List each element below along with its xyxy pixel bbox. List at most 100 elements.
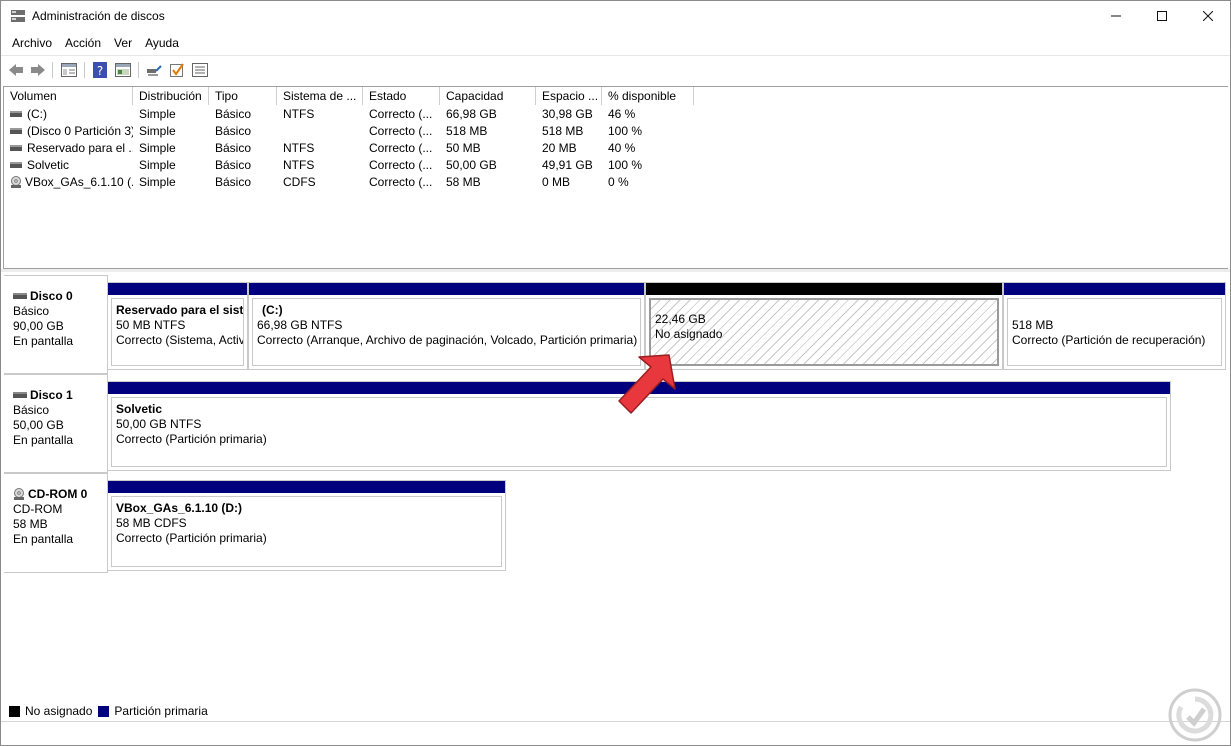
cell-free: 0 MB [542,175,571,189]
cell-status: Correcto (... [369,158,433,172]
partition-c[interactable]: (C:) 66,98 GB NTFS Correcto (Arranque, A… [248,282,645,370]
column-header-disponible[interactable]: % disponible [602,87,694,105]
cell-free: 518 MB [542,124,584,138]
table-row[interactable]: (Disco 0 Partición 3) Simple Básico Corr… [4,123,694,140]
partition-size: 518 MB [1012,318,1054,332]
disk-state: En pantalla [13,433,74,447]
cell-pct: 40 % [608,141,636,155]
table-row[interactable]: VBox_GAs_6.1.10 (... Simple Básico CDFS … [4,174,694,191]
help-button[interactable]: ? [90,60,110,80]
close-icon [1203,11,1213,21]
disk-state: En pantalla [13,334,74,348]
volume-name: (Disco 0 Partición 3) [27,124,133,138]
minimize-button[interactable] [1093,1,1139,31]
menu-archivo[interactable]: Archivo [1,32,59,54]
table-row[interactable]: Reservado para el ... Simple Básico NTFS… [4,140,694,157]
console-tree-button[interactable] [59,60,79,80]
column-header-tipo[interactable]: Tipo [209,87,277,105]
properties-button[interactable] [113,60,133,80]
cell-fs: CDFS [283,175,316,189]
partition-size: 22,46 GB [655,312,706,326]
back-button[interactable] [6,60,26,80]
cell-layout: Simple [139,124,176,138]
cell-fs: NTFS [283,141,315,155]
table-row[interactable]: Solvetic Simple Básico NTFS Correcto (..… [4,157,694,174]
column-header-estado[interactable]: Estado [363,87,440,105]
menu-ayuda[interactable]: Ayuda [139,32,186,54]
cdrom-0-label[interactable]: CD-ROM 0 CD-ROM 58 MB En pantalla [4,473,108,573]
legend: No asignado Partición primaria [9,704,214,718]
title-bar[interactable]: Administración de discos [1,1,1230,31]
column-header-capacidad[interactable]: Capacidad [440,87,536,105]
disk-volume-icon [10,145,22,151]
cell-layout: Simple [139,175,176,189]
check-button[interactable] [167,60,187,80]
list-icon [192,63,208,77]
disk-volume-icon [10,128,22,134]
toolbar-separator [52,62,53,78]
column-header-distribucion[interactable]: Distribución [133,87,209,105]
volume-name: VBox_GAs_6.1.10 (... [25,175,133,189]
cell-type: Básico [215,141,252,155]
disk-size: 90,00 GB [13,319,64,333]
partition-body: VBox_GAs_6.1.10 (D:) 58 MB CDFS Correcto… [111,496,502,567]
partition-title [655,304,997,312]
partition-status: Correcto (Arranque, Archivo de paginació… [257,333,638,347]
column-header-volumen[interactable]: Volumen [4,87,133,105]
partition-size: 58 MB CDFS [116,516,187,530]
cell-capacity: 518 MB [446,124,488,138]
list-button[interactable] [190,60,210,80]
cell-pct: 46 % [608,107,636,121]
menu-accion[interactable]: Acción [59,32,108,54]
legend-swatch [98,705,110,717]
partition-vbox[interactable]: VBox_GAs_6.1.10 (D:) 58 MB CDFS Correcto… [107,480,506,571]
disk-volume-icon [10,111,22,117]
disk-1-label[interactable]: Disco 1 Básico 50,00 GB En pantalla [4,374,108,473]
check-icon [170,63,184,77]
column-header-espacio[interactable]: Espacio ... [536,87,602,105]
disk-icon [13,293,27,299]
connect-button[interactable] [144,60,164,80]
disk-kind: CD-ROM [13,502,63,516]
maximize-button[interactable] [1139,1,1185,31]
back-icon [9,64,23,76]
partition-status: No asignado [655,327,723,341]
legend-label: No asignado [25,704,93,718]
close-button[interactable] [1185,1,1231,31]
disk-volume-icon [10,162,22,168]
disk-name: CD-ROM 0 [28,487,88,501]
disk-icon [13,392,27,398]
window-title: Administración de discos [32,9,165,23]
volume-list[interactable]: Volumen Distribución Tipo Sistema de ...… [3,86,1228,269]
partition-size: 66,98 GB NTFS [257,318,343,332]
watermark-logo [1168,688,1222,742]
disk-name: Disco 1 [30,388,73,402]
toolbar-separator [138,62,139,78]
disk-size: 50,00 GB [13,418,64,432]
volume-name: Reservado para el ... [27,141,133,155]
partition-body: Reservado para el siste 50 MB NTFS Corre… [111,298,244,366]
partition-recovery[interactable]: 518 MB Correcto (Partición de recuperaci… [1003,282,1226,370]
volume-name: (C:) [27,107,47,121]
disk-management-app-icon [11,10,25,22]
partition-reservado[interactable]: Reservado para el siste 50 MB NTFS Corre… [107,282,248,370]
cell-volume: Reservado para el ... [4,140,133,157]
column-header-sistema[interactable]: Sistema de ... [277,87,363,105]
forward-icon [31,64,45,76]
cell-free: 20 MB [542,141,577,155]
disk-name: Disco 0 [30,289,73,303]
cell-volume: (C:) [4,106,133,123]
partition-bar [646,283,1002,295]
forward-button[interactable] [28,60,48,80]
cell-capacity: 66,98 GB [446,107,497,121]
partition-unallocated[interactable]: 22,46 GB No asignado [645,282,1003,370]
table-row[interactable]: (C:) Simple Básico NTFS Correcto (... 66… [4,106,694,123]
partition-bar [108,481,505,493]
disk-0-label[interactable]: Disco 0 Básico 90,00 GB En pantalla [4,275,108,374]
partition-bar [108,283,247,295]
cell-capacity: 58 MB [446,175,481,189]
menu-ver[interactable]: Ver [108,32,139,54]
cell-volume: Solvetic [4,157,133,174]
cell-layout: Simple [139,107,176,121]
partition-body: (C:) 66,98 GB NTFS Correcto (Arranque, A… [252,298,641,366]
